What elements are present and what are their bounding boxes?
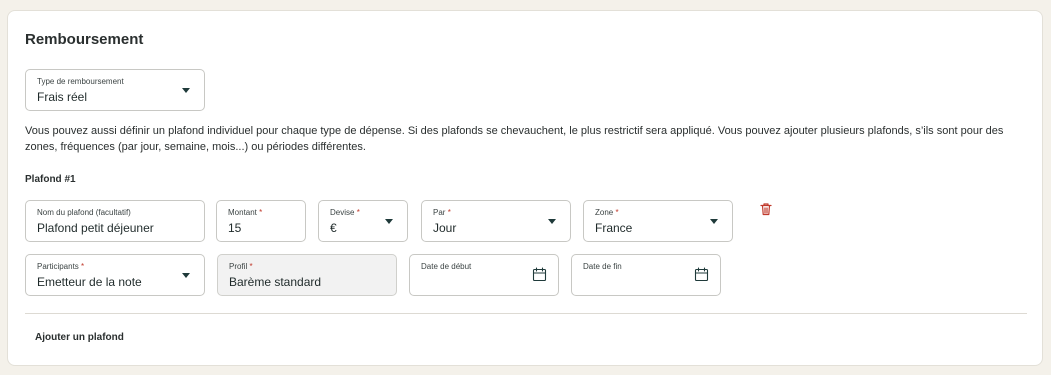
calendar-icon[interactable] [532,267,547,282]
add-ceiling-button[interactable]: Ajouter un plafond [35,332,124,343]
currency-select[interactable]: Devise * € [318,200,408,242]
per-label: Par [433,208,446,217]
required-mark: * [249,262,253,271]
participants-label: Participants [37,262,79,271]
chevron-down-icon [182,273,190,278]
zone-value: France [595,221,633,235]
reimbursement-type-label: Type de remboursement [37,77,124,86]
profile-field: Profil * Barème standard [217,254,397,296]
zone-label: Zone [595,208,614,217]
profile-label: Profil [229,262,248,271]
divider [25,313,1027,314]
required-mark: * [615,208,619,217]
zone-select[interactable]: Zone * France [583,200,733,242]
ceiling-heading: Plafond #1 [25,174,76,185]
chevron-down-icon [182,88,190,93]
currency-label: Devise [330,208,355,217]
chevron-down-icon [385,219,393,224]
per-select[interactable]: Par * Jour [421,200,571,242]
trash-icon[interactable] [759,202,773,216]
per-value: Jour [433,221,457,235]
ceiling-name-field[interactable]: Nom du plafond (facultatif) Plafond peti… [25,200,205,242]
chevron-down-icon [710,219,718,224]
required-mark: * [356,208,360,217]
start-date-label: Date de début [421,262,472,271]
currency-value: € [330,221,337,235]
amount-label: Montant [228,208,257,217]
required-mark: * [81,262,85,271]
ceiling-name-value: Plafond petit déjeuner [37,221,154,235]
chevron-down-icon [548,219,556,224]
start-date-field[interactable]: Date de début [409,254,559,296]
reimbursement-type-value: Frais réel [37,90,88,104]
required-mark: * [259,208,263,217]
reimbursement-type-select[interactable]: Type de remboursement Frais réel [25,69,205,111]
end-date-label: Date de fin [583,262,622,271]
calendar-icon[interactable] [694,267,709,282]
required-mark: * [447,208,451,217]
reimbursement-card: Remboursement Type de remboursement Frai… [7,10,1043,366]
end-date-field[interactable]: Date de fin [571,254,721,296]
amount-value: 15 [228,221,242,235]
profile-value: Barème standard [229,275,322,289]
section-title: Remboursement [25,31,144,48]
participants-select[interactable]: Participants * Emetteur de la note [25,254,205,296]
participants-value: Emetteur de la note [37,275,142,289]
ceiling-description: Vous pouvez aussi définir un plafond ind… [25,125,1004,153]
amount-field[interactable]: Montant * 15 [216,200,306,242]
ceiling-name-label: Nom du plafond (facultatif) [37,208,131,217]
